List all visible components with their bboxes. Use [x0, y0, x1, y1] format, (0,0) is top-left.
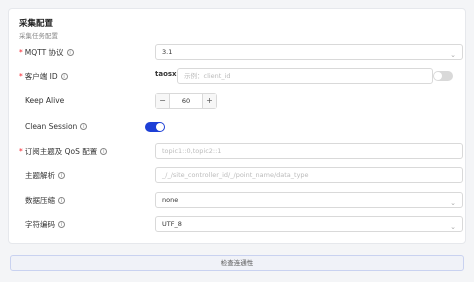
info-icon[interactable]: i — [66, 49, 74, 56]
compression-row: 数据压缩 i none ⌄ — [9, 192, 465, 210]
increment-button[interactable]: + — [202, 94, 216, 108]
topics-label: 订阅主题及 QoS 配置 — [24, 147, 98, 156]
compression-select[interactable]: none ⌄ — [155, 192, 463, 208]
clean-session-row: Clean Session i — [9, 119, 465, 137]
chevron-down-icon: ⌄ — [450, 199, 456, 207]
section-title: 采集配置 — [19, 19, 54, 29]
keep-alive-row: Keep Alive − 60 + — [9, 93, 465, 111]
client-id-toggle[interactable] — [433, 71, 453, 81]
collection-config-card: 采集配置 采集任务配置 * MQTT 协议 i 3.1 ⌄ * 客户端 ID i tao… — [8, 8, 466, 244]
topic-parse-row: 主题解析 i _/_/site_controller_id/_/point_nam… — [9, 167, 465, 185]
required-mark: * — [19, 48, 23, 57]
info-icon[interactable]: i — [58, 172, 65, 179]
encoding-label: 字符编码 — [25, 220, 55, 229]
info-icon[interactable]: i — [58, 221, 65, 228]
client-id-row: * 客户端 ID i taosx 示例：client_id — [9, 68, 465, 86]
keep-alive-value[interactable]: 60 — [170, 94, 202, 108]
section-subtitle: 采集任务配置 — [19, 32, 58, 40]
info-icon[interactable]: i — [60, 73, 68, 80]
client-id-prefix: taosx — [155, 70, 177, 78]
topics-row: * 订阅主题及 QoS 配置 i topic1::0,topic2::1 — [9, 143, 465, 161]
topic-parse-label: 主题解析 — [25, 171, 55, 180]
required-mark: * — [19, 147, 23, 156]
topics-input[interactable]: topic1::0,topic2::1 — [155, 143, 463, 159]
info-icon[interactable]: i — [100, 148, 108, 155]
check-connectivity-button[interactable]: 检查连通性 — [10, 255, 464, 271]
mqtt-version-select[interactable]: 3.1 ⌄ — [155, 44, 463, 60]
compression-label: 数据压缩 — [25, 196, 55, 205]
clean-session-toggle[interactable] — [145, 122, 165, 132]
encoding-select[interactable]: UTF_8 ⌄ — [155, 216, 463, 232]
toggle-knob — [434, 72, 442, 80]
info-icon[interactable]: i — [80, 123, 88, 130]
client-id-input[interactable]: 示例：client_id — [177, 68, 433, 84]
compression-value: none — [162, 196, 179, 204]
client-id-label: 客户端 ID — [24, 72, 58, 81]
mqtt-version-row: * MQTT 协议 i 3.1 ⌄ — [9, 44, 465, 62]
clean-session-label: Clean Session — [25, 122, 78, 131]
encoding-row: 字符编码 i UTF_8 ⌄ — [9, 216, 465, 234]
decrement-button[interactable]: − — [156, 94, 170, 108]
chevron-down-icon: ⌄ — [450, 223, 456, 231]
toggle-knob — [156, 123, 164, 131]
info-icon[interactable]: i — [58, 197, 65, 204]
keep-alive-stepper: − 60 + — [155, 93, 217, 109]
mqtt-version-value: 3.1 — [162, 48, 173, 56]
chevron-down-icon: ⌄ — [450, 51, 456, 59]
encoding-value: UTF_8 — [162, 220, 182, 228]
required-mark: * — [19, 72, 23, 81]
topic-parse-input[interactable]: _/_/site_controller_id/_/point_name/data… — [155, 167, 463, 183]
mqtt-version-label: MQTT 协议 — [24, 48, 64, 57]
keep-alive-label: Keep Alive — [25, 96, 65, 105]
